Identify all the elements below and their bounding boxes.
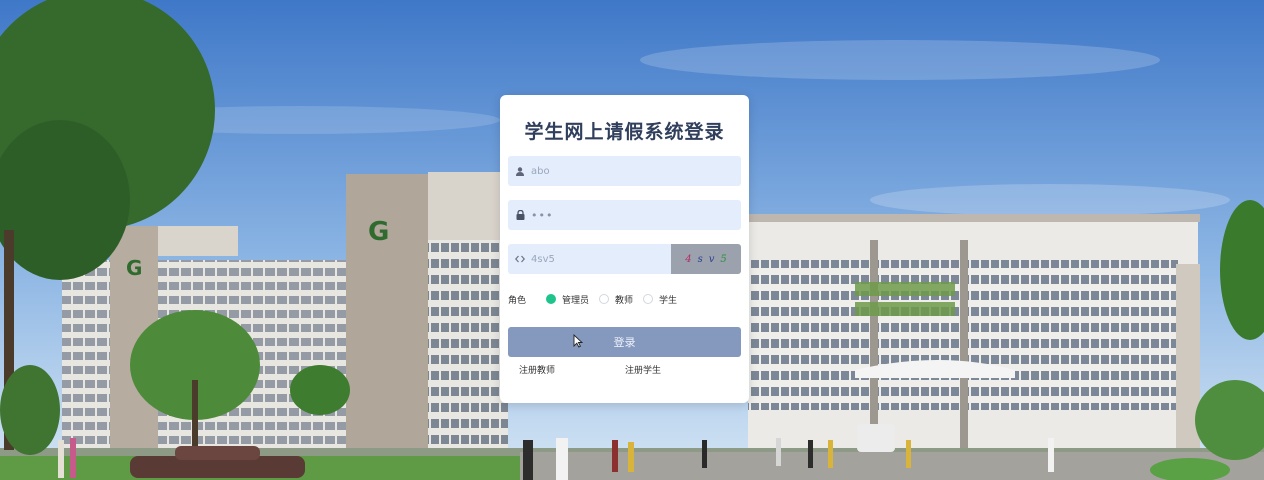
svg-text:G: G [126, 256, 142, 280]
radio-icon [599, 294, 610, 304]
captcha-input-value: 4sv5 [531, 253, 555, 265]
login-title: 学生网上请假系统登录 [524, 121, 725, 143]
captcha-input[interactable]: 4sv5 [508, 244, 671, 274]
radio-icon [546, 294, 557, 304]
mouse-cursor-icon [573, 333, 584, 352]
code-icon [510, 244, 530, 274]
captcha-char: 4 [685, 253, 692, 265]
role-label: 角色 [508, 295, 527, 306]
password-value: ••• [531, 208, 554, 222]
role-radio-student[interactable]: 学生 [643, 293, 677, 306]
password-field[interactable]: ••• [508, 200, 741, 230]
login-button[interactable]: 登录 [508, 327, 741, 357]
login-card: 学生网上请假系统登录 abo ••• 4sv5 4 s v 5 角色 管理员 教… [500, 95, 749, 403]
svg-text:G: G [368, 217, 389, 247]
role-radio-teacher[interactable]: 教师 [599, 293, 633, 306]
role-radio-admin[interactable]: 管理员 [546, 293, 589, 306]
role-option-label: 学生 [659, 295, 678, 306]
role-selector: 角色 管理员 教师 学生 [508, 291, 687, 307]
user-icon [510, 156, 530, 186]
register-teacher-link[interactable]: 注册教师 [519, 363, 555, 376]
role-option-label: 教师 [615, 295, 634, 306]
captcha-image[interactable]: 4 s v 5 [671, 244, 741, 274]
register-student-link[interactable]: 注册学生 [625, 363, 661, 376]
lock-icon [510, 200, 530, 230]
captcha-char: v [708, 253, 715, 265]
username-field[interactable]: abo [508, 156, 741, 186]
captcha-char: 5 [720, 253, 727, 265]
captcha-char: s [697, 253, 703, 265]
role-option-label: 管理员 [562, 295, 590, 306]
username-value: abo [531, 165, 550, 177]
radio-icon [643, 294, 654, 304]
